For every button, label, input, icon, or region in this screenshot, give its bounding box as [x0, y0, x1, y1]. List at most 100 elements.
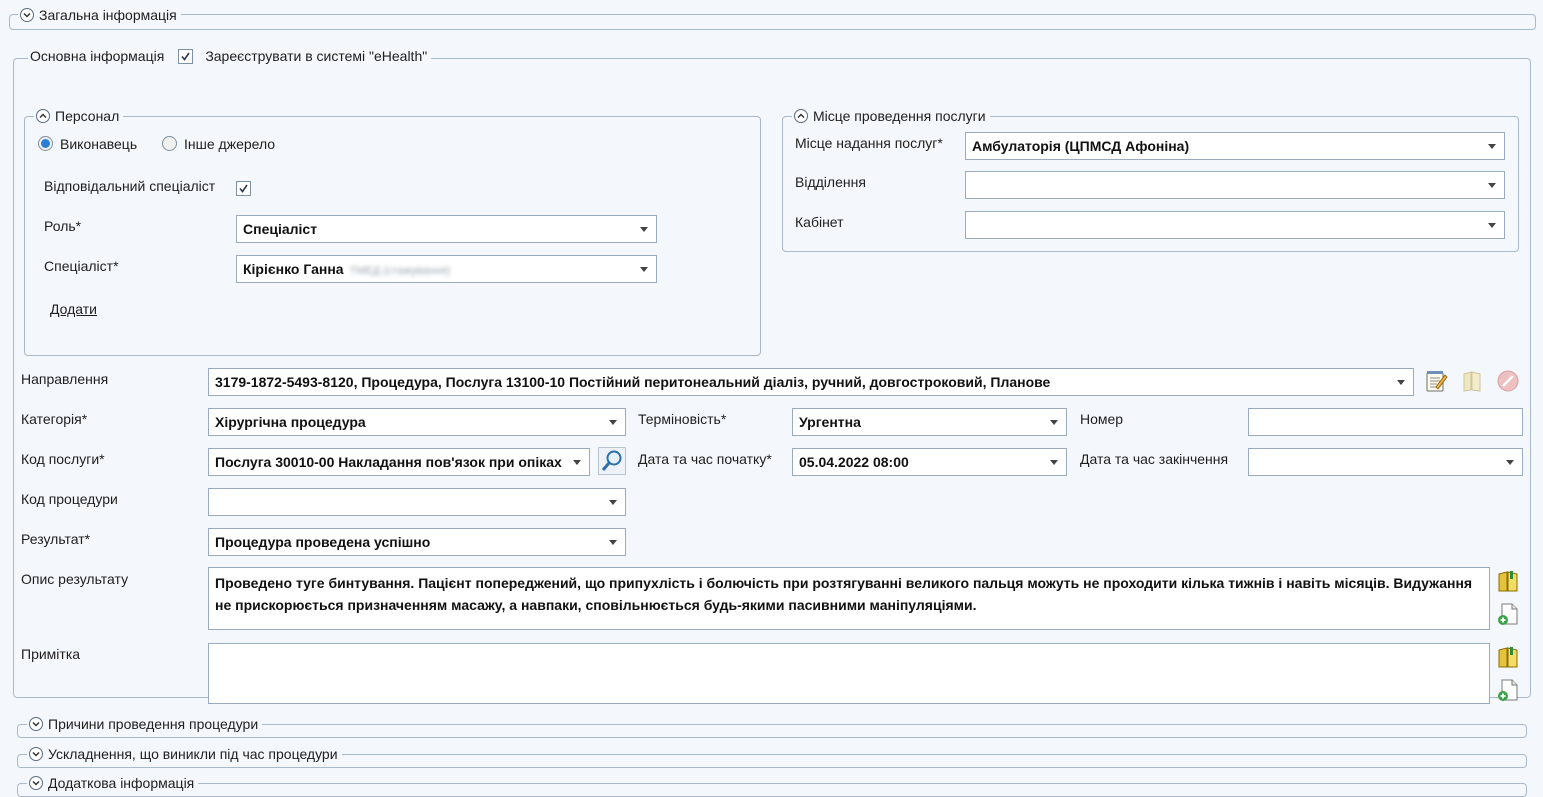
general-info-group [9, 14, 1536, 30]
end-datetime-value [1255, 449, 1496, 475]
chevron-down-icon[interactable] [1502, 449, 1518, 475]
chevron-down-icon[interactable] [569, 449, 585, 475]
book-icon [1463, 371, 1481, 392]
cabinet-value [972, 212, 1478, 238]
chevron-down-icon[interactable] [1046, 409, 1062, 435]
chevron-down-icon[interactable] [1393, 369, 1409, 395]
result-select[interactable]: Процедура проведена успішно [208, 528, 626, 556]
main-info-header: Основна інформація Зареєструвати в систе… [28, 46, 432, 66]
referral-label: Направлення [21, 371, 109, 387]
chevron-down-icon[interactable] [605, 489, 621, 515]
number-input[interactable] [1248, 408, 1523, 436]
responsible-specialist-checkbox[interactable] [236, 181, 251, 196]
result-description-textarea[interactable]: Проведено туге бинтування. Пацієнт попер… [208, 567, 1490, 630]
collapse-icon [29, 776, 43, 790]
end-datetime-picker[interactable] [1248, 448, 1523, 476]
expand-icon [36, 109, 50, 123]
procedure-code-select[interactable] [208, 488, 626, 516]
role-select[interactable]: Спеціаліст [236, 215, 657, 243]
expand-icon [794, 109, 808, 123]
service-place-value: Амбулаторія (ЦПМСД Афоніна) [972, 138, 1190, 154]
chevron-down-icon[interactable] [1484, 212, 1500, 238]
add-document-icon [1498, 679, 1518, 701]
location-title: Місце проведення послуги [813, 108, 986, 124]
note-label: Примітка [21, 646, 81, 662]
start-datetime-picker[interactable]: 05.04.2022 08:00 [792, 448, 1067, 476]
category-select[interactable]: Хірургічна процедура [208, 408, 626, 436]
role-label: Роль* [44, 218, 82, 234]
note-textarea[interactable] [208, 643, 1490, 704]
radio-other-source-label[interactable]: Інше джерело [184, 134, 275, 154]
no-entry-icon [1497, 370, 1519, 392]
chevron-down-icon[interactable] [1484, 172, 1500, 198]
procedure-code-value [215, 489, 599, 515]
referral-select[interactable]: 3179-1872-5493-8120, Процедура, Послуга … [208, 368, 1414, 396]
ehealth-label: Зареєструвати в системі "eHealth" [205, 48, 428, 64]
collapse-icon [29, 717, 43, 731]
result-template-book-button[interactable] [1495, 568, 1521, 594]
start-datetime-label: Дата та час початку* [638, 451, 772, 467]
radio-other-source[interactable] [162, 136, 177, 151]
specialist-hidden-info: ТМЕД (стажування) [349, 265, 451, 277]
main-info-title: Основна інформація [30, 48, 165, 64]
urgency-select[interactable]: Ургентна [792, 408, 1067, 436]
chevron-down-icon[interactable] [636, 216, 652, 242]
book-icon [1498, 647, 1518, 668]
note-add-document-button[interactable] [1495, 677, 1521, 703]
result-description-label: Опис результату [21, 571, 129, 587]
general-info-title: Загальна інформація [39, 7, 177, 23]
chevron-down-icon[interactable] [636, 256, 652, 282]
service-code-label: Код послуги* [21, 451, 105, 467]
number-label: Номер [1080, 411, 1124, 427]
collapse-icon [29, 747, 43, 761]
department-value [972, 172, 1478, 198]
additional-header[interactable]: Додаткова інформація [27, 773, 199, 793]
end-datetime-label: Дата та час закінчення [1080, 451, 1229, 467]
specialist-select[interactable]: Кірієнко Ганна ТМЕД (стажування) [236, 255, 657, 283]
book-icon [1498, 571, 1518, 592]
remove-referral-button[interactable] [1495, 368, 1521, 394]
ehealth-checkbox[interactable] [178, 48, 194, 64]
role-value: Спеціаліст [243, 221, 318, 237]
radio-performer-label[interactable]: Виконавець [60, 134, 137, 154]
location-header[interactable]: Місце проведення послуги [792, 106, 990, 126]
personnel-header[interactable]: Персонал [34, 106, 124, 126]
urgency-label: Терміновість* [638, 411, 727, 427]
service-code-value: Послуга 30010-00 Накладання пов'язок при… [215, 454, 562, 470]
note-template-book-button[interactable] [1495, 644, 1521, 670]
urgency-value: Ургентна [799, 414, 861, 430]
result-value: Процедура проведена успішно [215, 534, 431, 550]
search-service-button[interactable] [598, 447, 626, 475]
department-label: Відділення [795, 174, 866, 190]
add-document-icon [1498, 603, 1518, 625]
edit-note-icon [1426, 371, 1448, 392]
complications-header[interactable]: Ускладнення, що виникли під час процедур… [27, 744, 342, 764]
complications-title: Ускладнення, що виникли під час процедур… [48, 746, 338, 762]
chevron-down-icon[interactable] [1484, 133, 1500, 159]
reasons-title: Причини проведення процедури [48, 716, 259, 732]
radio-performer[interactable] [38, 136, 53, 151]
edit-referral-button[interactable] [1423, 368, 1449, 394]
reasons-header[interactable]: Причини проведення процедури [27, 714, 263, 734]
category-label: Категорія* [21, 411, 88, 427]
additional-title: Додаткова інформація [48, 775, 195, 791]
cabinet-label: Кабінет [795, 214, 844, 230]
personnel-title: Персонал [55, 108, 120, 124]
result-label: Результат* [21, 531, 91, 547]
cabinet-select[interactable] [965, 211, 1505, 239]
service-code-select[interactable]: Послуга 30010-00 Накладання пов'язок при… [208, 448, 590, 476]
department-select[interactable] [965, 171, 1505, 199]
start-datetime-value: 05.04.2022 08:00 [799, 454, 909, 470]
service-place-label: Місце надання послуг* [795, 135, 943, 151]
chevron-down-icon[interactable] [605, 529, 621, 555]
general-info-header[interactable]: Загальна інформація [18, 5, 181, 25]
service-place-select[interactable]: Амбулаторія (ЦПМСД Афоніна) [965, 132, 1505, 160]
search-icon [601, 450, 622, 471]
chevron-down-icon[interactable] [1046, 449, 1062, 475]
open-referral-button[interactable] [1459, 368, 1485, 394]
specialist-label: Спеціаліст* [44, 258, 119, 274]
add-specialist-link[interactable]: Додати [50, 299, 97, 319]
additional-group [17, 783, 1527, 797]
result-add-document-button[interactable] [1495, 601, 1521, 627]
chevron-down-icon[interactable] [605, 409, 621, 435]
